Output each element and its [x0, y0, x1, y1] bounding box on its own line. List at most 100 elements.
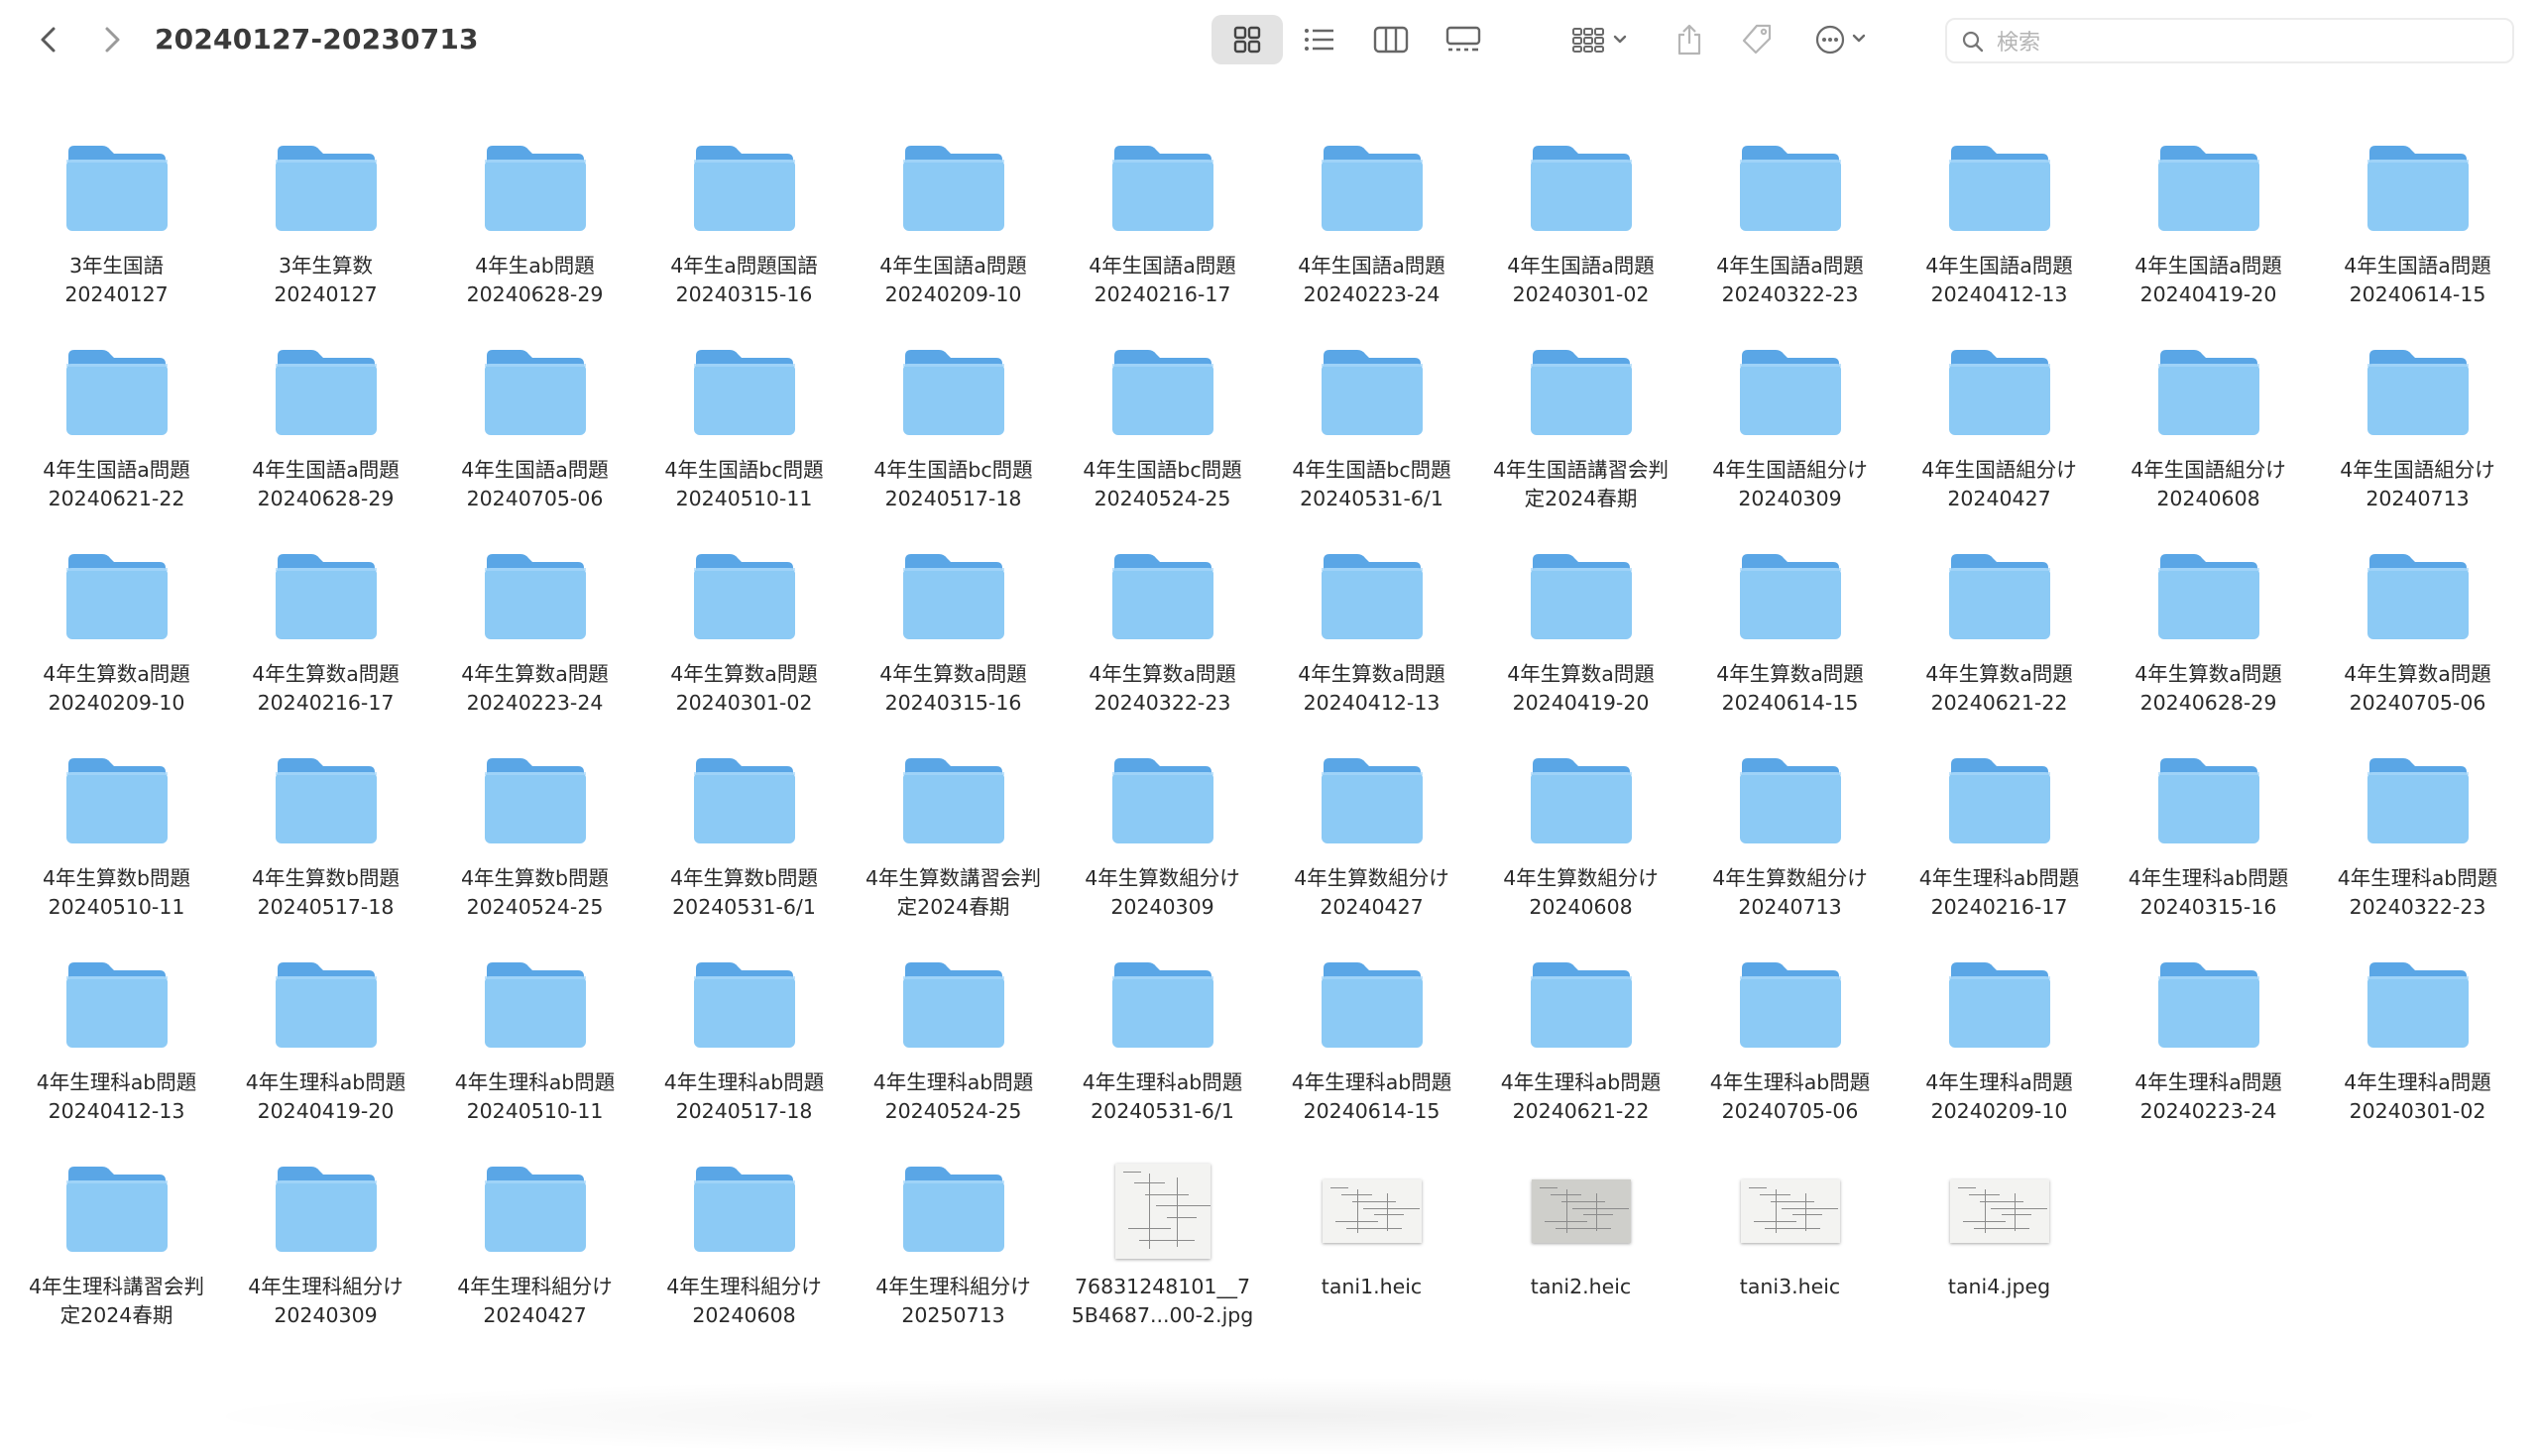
folder-item[interactable]: 4年生国語組分け 20240309 — [1685, 333, 1895, 537]
folder-item[interactable]: 4年生国語bc問題 20240517-18 — [849, 333, 1058, 537]
folder-item[interactable]: 4年生理科組分け 20240309 — [221, 1150, 430, 1354]
folder-item[interactable]: 4年生国語講習会判 定2024春期 — [1476, 333, 1685, 537]
icon-view-button[interactable] — [1211, 15, 1283, 64]
folder-item[interactable]: 4年生理科ab問題 20240216-17 — [1895, 741, 2104, 946]
folder-item[interactable]: 4年生算数a問題 20240614-15 — [1685, 537, 1895, 741]
back-button[interactable] — [32, 22, 65, 57]
folder-icon — [1948, 758, 2050, 843]
folder-item[interactable]: 4年生算数a問題 20240412-13 — [1267, 537, 1476, 741]
folder-item[interactable]: 4年生国語組分け 20240427 — [1895, 333, 2104, 537]
folder-item[interactable]: 4年生理科組分け 20240608 — [639, 1150, 849, 1354]
folder-item[interactable]: 4年生算数a問題 20240223-24 — [430, 537, 639, 741]
search-field[interactable] — [1945, 18, 2514, 63]
folder-item[interactable]: 3年生国語 20240127 — [12, 129, 221, 333]
folder-item[interactable]: 4年生算数a問題 20240621-22 — [1895, 537, 2104, 741]
folder-item[interactable]: 4年生理科ab問題 20240510-11 — [430, 946, 639, 1150]
folder-thumbnail — [1313, 129, 1432, 238]
folder-item[interactable]: 4年生国語組分け 20240608 — [2104, 333, 2313, 537]
folder-item[interactable]: 4年生国語a問題 20240412-13 — [1895, 129, 2104, 333]
folder-item[interactable]: 4年生理科ab問題 20240322-23 — [2313, 741, 2522, 946]
folder-item[interactable]: 4年生算数b問題 20240510-11 — [12, 741, 221, 946]
folder-item[interactable]: 4年生ab問題 20240628-29 — [430, 129, 639, 333]
folder-item[interactable]: 4年生国語a問題 20240216-17 — [1058, 129, 1267, 333]
folder-item[interactable]: 4年生国語bc問題 20240524-25 — [1058, 333, 1267, 537]
folder-item[interactable]: 4年生算数組分け 20240608 — [1476, 741, 1685, 946]
folder-item[interactable]: 3年生算数 20240127 — [221, 129, 430, 333]
search-input[interactable] — [1995, 24, 2494, 61]
folder-icon — [693, 962, 795, 1048]
folder-item[interactable]: 4年生理科a問題 20240301-02 — [2313, 946, 2522, 1150]
folder-item[interactable]: 4年生算数a問題 20240301-02 — [639, 537, 849, 741]
file-item[interactable]: 76831248101__7 5B4687...00-2.jpg — [1058, 1150, 1267, 1354]
folder-item[interactable]: 4年生算数a問題 20240315-16 — [849, 537, 1058, 741]
folder-item[interactable]: 4年生理科ab問題 20240315-16 — [2104, 741, 2313, 946]
folder-thumbnail — [267, 741, 386, 850]
folder-item[interactable]: 4年生国語a問題 20240628-29 — [221, 333, 430, 537]
folder-item[interactable]: 4年生a問題国語 20240315-16 — [639, 129, 849, 333]
folder-item[interactable]: 4年生国語a問題 20240621-22 — [12, 333, 221, 537]
folder-item[interactable]: 4年生国語bc問題 20240531-6/1 — [1267, 333, 1476, 537]
folder-item[interactable]: 4年生国語a問題 20240419-20 — [2104, 129, 2313, 333]
folder-item[interactable]: 4年生理科ab問題 20240614-15 — [1267, 946, 1476, 1150]
folder-item[interactable]: 4年生算数a問題 20240705-06 — [2313, 537, 2522, 741]
folder-item[interactable]: 4年生算数b問題 20240524-25 — [430, 741, 639, 946]
folder-item[interactable]: 4年生算数a問題 20240209-10 — [12, 537, 221, 741]
folder-item[interactable]: 4年生理科組分け 20240427 — [430, 1150, 639, 1354]
folder-item[interactable]: 4年生算数組分け 20240427 — [1267, 741, 1476, 946]
folder-item[interactable]: 4年生理科講習会判 定2024春期 — [12, 1150, 221, 1354]
search-icon — [1962, 31, 1984, 53]
folder-icon — [1111, 758, 1213, 843]
column-view-button[interactable] — [1356, 15, 1426, 64]
forward-button[interactable] — [95, 22, 129, 57]
file-item[interactable]: tani1.heic — [1267, 1150, 1476, 1354]
folder-item[interactable]: 4年生理科ab問題 20240621-22 — [1476, 946, 1685, 1150]
image-preview-icon — [1322, 1179, 1422, 1243]
tag-button[interactable] — [1737, 15, 1777, 64]
folder-item[interactable]: 4年生算数b問題 20240531-6/1 — [639, 741, 849, 946]
folder-item[interactable]: 4年生理科ab問題 20240524-25 — [849, 946, 1058, 1150]
group-by-button[interactable] — [1566, 15, 1638, 64]
folder-item[interactable]: 4年生国語a問題 20240223-24 — [1267, 129, 1476, 333]
folder-item[interactable]: 4年生算数a問題 20240419-20 — [1476, 537, 1685, 741]
folder-item[interactable]: 4年生国語a問題 20240301-02 — [1476, 129, 1685, 333]
folder-name: 4年生理科ab問題 20240322-23 — [2337, 866, 2498, 919]
gallery-view-button[interactable] — [1428, 15, 1499, 64]
folder-item[interactable]: 4年生理科ab問題 20240705-06 — [1685, 946, 1895, 1150]
more-actions-button[interactable] — [1810, 15, 1876, 64]
folder-item[interactable]: 4年生国語bc問題 20240510-11 — [639, 333, 849, 537]
list-view-button[interactable] — [1285, 15, 1354, 64]
folder-name: 4年生国語a問題 20240621-22 — [43, 458, 190, 510]
folder-thumbnail — [476, 129, 595, 238]
folder-item[interactable]: 4年生理科ab問題 20240419-20 — [221, 946, 430, 1150]
folder-thumbnail — [58, 537, 176, 646]
share-button[interactable] — [1670, 15, 1709, 64]
folder-item[interactable]: 4年生算数a問題 20240628-29 — [2104, 537, 2313, 741]
folder-name: 4年生算数b問題 20240517-18 — [251, 866, 401, 919]
folder-thumbnail — [685, 537, 804, 646]
folder-item[interactable]: 4年生国語a問題 20240322-23 — [1685, 129, 1895, 333]
folder-name: 4年生算数組分け 20240427 — [1294, 866, 1449, 919]
folder-item[interactable]: 4年生理科a問題 20240209-10 — [1895, 946, 2104, 1150]
folder-item[interactable]: 4年生国語a問題 20240705-06 — [430, 333, 639, 537]
folder-item[interactable]: 4年生国語a問題 20240614-15 — [2313, 129, 2522, 333]
file-item[interactable]: tani3.heic — [1685, 1150, 1895, 1354]
folder-item[interactable]: 4年生算数講習会判 定2024春期 — [849, 741, 1058, 946]
folder-item[interactable]: 4年生理科ab問題 20240412-13 — [12, 946, 221, 1150]
folder-item[interactable]: 4年生理科ab問題 20240531-6/1 — [1058, 946, 1267, 1150]
folder-item[interactable]: 4年生算数a問題 20240322-23 — [1058, 537, 1267, 741]
folder-item[interactable]: 4年生理科組分け 20250713 — [849, 1150, 1058, 1354]
file-item[interactable]: tani2.heic — [1476, 1150, 1685, 1354]
folder-thumbnail — [1522, 741, 1641, 850]
folder-item[interactable]: 4年生理科ab問題 20240517-18 — [639, 946, 849, 1150]
folder-item[interactable]: 4年生理科a問題 20240223-24 — [2104, 946, 2313, 1150]
folder-name: 4年生国語bc問題 20240531-6/1 — [1292, 458, 1451, 510]
folder-item[interactable]: 4年生算数組分け 20240309 — [1058, 741, 1267, 946]
folder-item[interactable]: 4年生算数b問題 20240517-18 — [221, 741, 430, 946]
folder-thumbnail — [2359, 741, 2478, 850]
folder-item[interactable]: 4年生国語組分け 20240713 — [2313, 333, 2522, 537]
folder-item[interactable]: 4年生算数組分け 20240713 — [1685, 741, 1895, 946]
folder-item[interactable]: 4年生算数a問題 20240216-17 — [221, 537, 430, 741]
file-item[interactable]: tani4.jpeg — [1895, 1150, 2104, 1354]
folder-item[interactable]: 4年生国語a問題 20240209-10 — [849, 129, 1058, 333]
folder-name: 4年生算数b問題 20240524-25 — [460, 866, 610, 919]
